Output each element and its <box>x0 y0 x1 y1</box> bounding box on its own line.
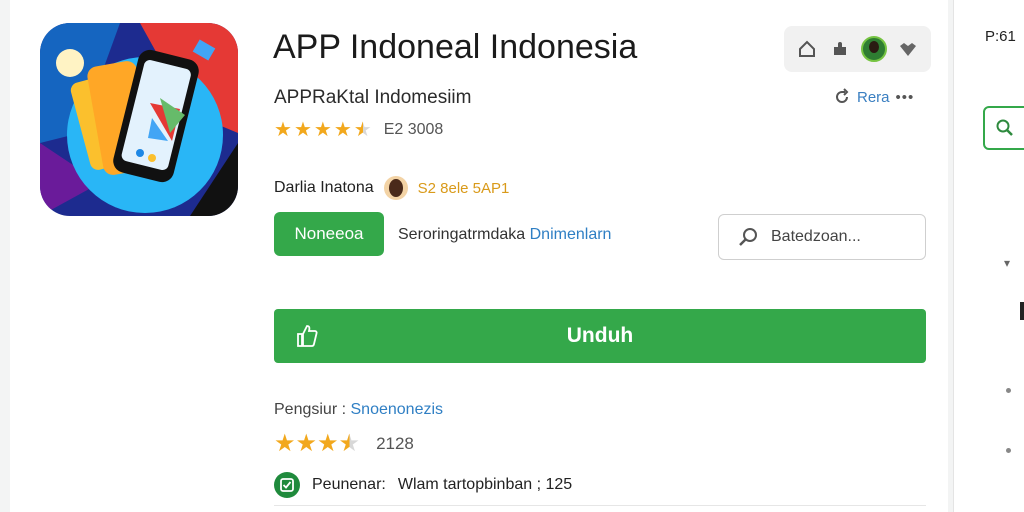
bullet-icon <box>1006 388 1011 393</box>
star-icon: ★ <box>274 119 292 141</box>
search-icon <box>996 119 1013 136</box>
badge-text: Seroringatrmdaka <box>398 226 526 243</box>
right-panel-text: P:61 <box>985 28 1016 45</box>
rating-summary: ★ ★ ★ ★ ★ E2 3008 <box>274 120 443 140</box>
secondary-rating-count: 2128 <box>376 434 414 453</box>
puzzle-icon[interactable] <box>828 37 852 61</box>
half-star-icon: ★ <box>353 119 372 141</box>
category-badge-button[interactable]: Noneeoa <box>274 212 384 256</box>
chevron-down-icon[interactable]: ▾ <box>1004 256 1010 270</box>
star-icon: ★ <box>295 430 318 457</box>
star-icon: ★ <box>313 119 332 141</box>
home-icon[interactable] <box>795 37 819 61</box>
star-icon: ★ <box>333 119 352 141</box>
footer-value: Wlam tartopbinban ; 125 <box>397 476 573 493</box>
avatar[interactable] <box>861 36 888 62</box>
check-icon <box>274 472 300 498</box>
badge-link[interactable]: Dnimenlarn <box>530 226 612 243</box>
app-icon <box>40 23 238 216</box>
download-label: Unduh <box>566 324 634 347</box>
search-icon <box>739 228 757 246</box>
badge-description: Seroringatrmdaka Dnimenlarn <box>398 226 611 244</box>
meta-value[interactable]: Snoenonezis <box>351 401 444 418</box>
star-icon: ★ <box>293 119 312 141</box>
share-label: Rera <box>857 88 890 106</box>
developer-name[interactable]: Darlia Inatona <box>274 179 374 197</box>
bullet-icon <box>1006 448 1011 453</box>
app-title: APP Indoneal Indonesia <box>273 28 638 66</box>
star-rating: ★ ★ ★ ★ ★ <box>274 120 372 140</box>
download-button[interactable]: Unduh <box>274 309 926 363</box>
app-subtitle: APPRaKtal Indomesiim <box>274 87 472 108</box>
divider <box>274 505 926 506</box>
meta-row: Pengsiur : Snoenonezis <box>274 401 443 419</box>
right-side-panel <box>953 0 1024 512</box>
developer-tag: S2 8ele 5AP1 <box>417 179 510 197</box>
heart-icon[interactable] <box>896 37 920 61</box>
right-panel-search-button[interactable] <box>983 106 1024 150</box>
share-button[interactable]: Rera ••• <box>833 88 914 106</box>
meta-label: Pengsiur : <box>274 401 347 418</box>
more-icon[interactable]: ••• <box>896 89 915 106</box>
footer-row: Peunenar: Wlam tartopbinban ; 125 <box>274 472 572 498</box>
star-icon: ★ <box>317 430 339 457</box>
refresh-icon <box>836 88 849 103</box>
search-input[interactable] <box>769 227 913 247</box>
right-panel-marker <box>1020 302 1024 320</box>
half-star-icon: ★ <box>338 430 361 457</box>
developer-row: Darlia Inatona S2 8ele 5AP1 <box>274 176 509 200</box>
thumbs-up-icon <box>297 325 318 347</box>
star-icon: ★ <box>274 430 296 457</box>
header-actions <box>784 26 931 72</box>
footer-label: Peunenar: <box>312 476 386 493</box>
developer-avatar <box>383 176 408 200</box>
rating-count: E2 3008 <box>383 121 444 138</box>
search-field[interactable] <box>718 214 926 260</box>
secondary-rating: ★ ★ ★ ★ 2128 <box>274 432 414 456</box>
